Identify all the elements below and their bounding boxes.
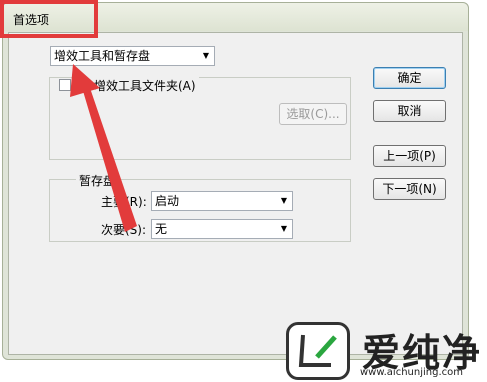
watermark-logo-icon: [286, 322, 350, 380]
watermark-url: www.aichunjing.com: [360, 367, 463, 378]
